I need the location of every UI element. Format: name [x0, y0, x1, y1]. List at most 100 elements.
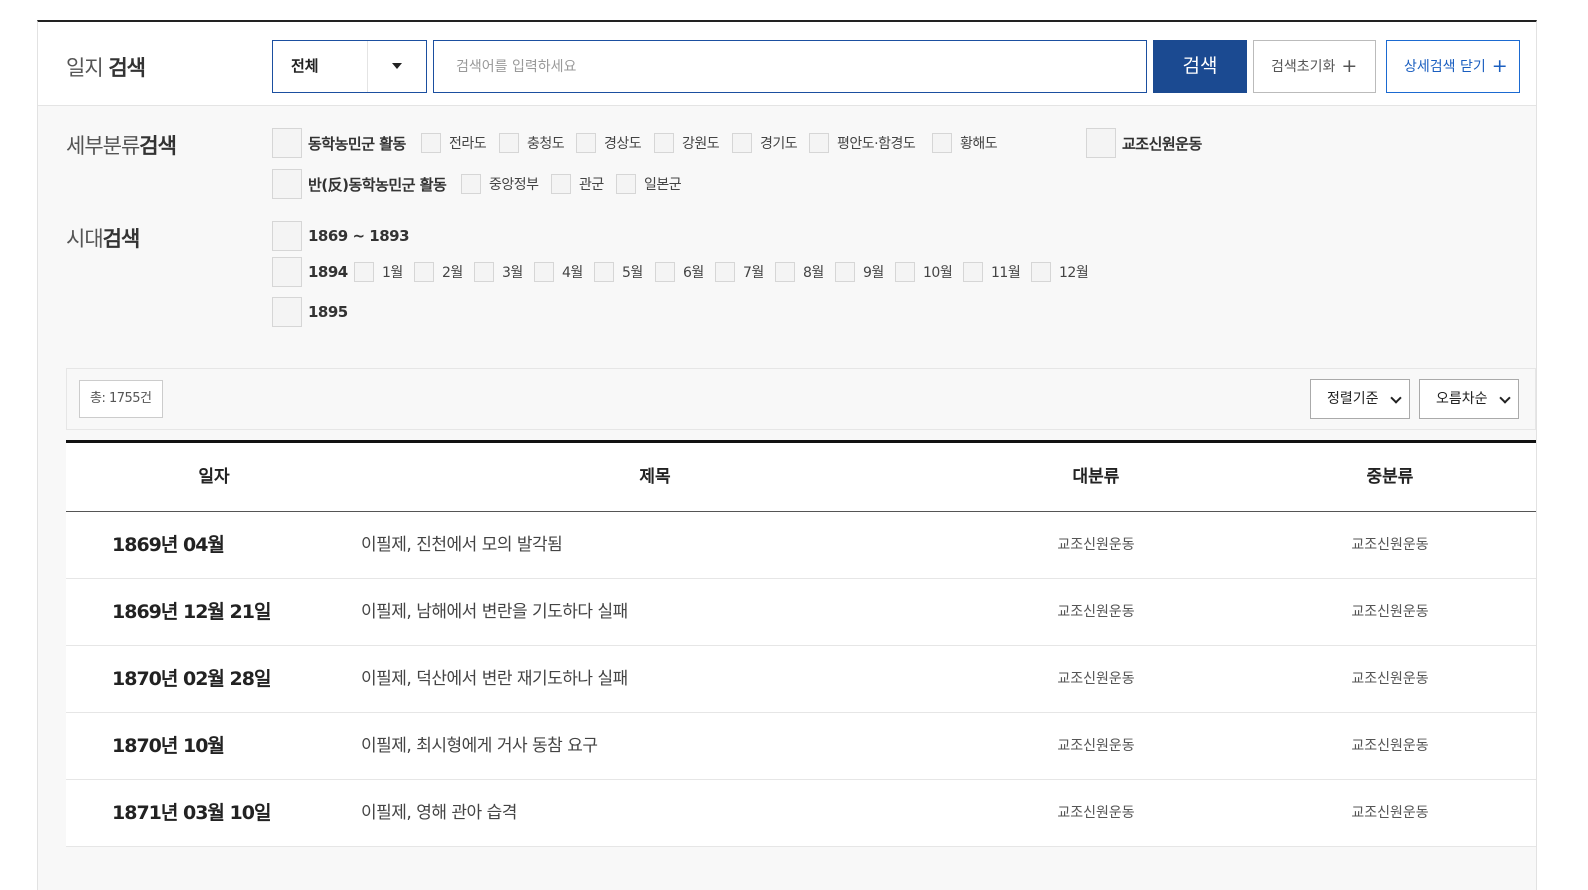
row-title-link[interactable]: 이필제, 덕산에서 변란 재기도하나 실패 [361, 646, 628, 712]
checkbox-month-11[interactable]: 11월 [963, 257, 1021, 287]
checkbox-box[interactable] [809, 133, 829, 153]
table-row[interactable]: 1869년 12월 21일 이필제, 남해에서 변란을 기도하다 실패 교조신원… [66, 579, 1536, 646]
checkbox-month-12[interactable]: 12월 [1031, 257, 1089, 287]
checkbox-japanese-army[interactable]: 일본군 [616, 169, 682, 199]
checkbox-month-10[interactable]: 10월 [895, 257, 953, 287]
checkbox-gangwon[interactable]: 강원도 [654, 128, 720, 158]
checkbox-month-4[interactable]: 4월 [534, 257, 583, 287]
checkbox-box[interactable] [272, 297, 302, 327]
checkbox-gyeongsang[interactable]: 경상도 [576, 128, 642, 158]
scope-select-toggle[interactable] [367, 41, 426, 92]
checkbox-gyeonggi[interactable]: 경기도 [732, 128, 798, 158]
row-date: 1870년 02월 28일 [112, 668, 271, 690]
checkbox-box[interactable] [414, 262, 434, 282]
checkbox-box[interactable] [354, 262, 374, 282]
checkbox-government-army[interactable]: 관군 [551, 169, 604, 199]
checkbox-chungcheong[interactable]: 충청도 [499, 128, 565, 158]
column-header-title[interactable]: 제목 [555, 443, 755, 511]
checkbox-box[interactable] [775, 262, 795, 282]
checkbox-hwanghae[interactable]: 황해도 [932, 128, 998, 158]
checkbox-box[interactable] [461, 174, 481, 194]
sort-by-label: 정렬기준 [1327, 391, 1379, 407]
checkbox-label: 12월 [1059, 265, 1089, 281]
checkbox-box[interactable] [272, 128, 302, 158]
checkbox-central-government[interactable]: 중앙정부 [461, 169, 539, 199]
checkbox-month-1[interactable]: 1월 [354, 257, 403, 287]
search-button[interactable]: 검색 [1153, 40, 1247, 93]
result-toolbar: 총: 1755건 정렬기준 오름차순 [66, 368, 1536, 430]
scope-select[interactable]: 전체 [272, 40, 427, 93]
row-title-link[interactable]: 이필제, 진천에서 모의 발각됨 [361, 512, 563, 578]
checkbox-label: 11월 [991, 265, 1021, 281]
table-row[interactable]: 1869년 04월 이필제, 진천에서 모의 발각됨 교조신원운동 교조신원운동 [66, 512, 1536, 579]
checkbox-box[interactable] [932, 133, 952, 153]
checkbox-month-3[interactable]: 3월 [474, 257, 523, 287]
sort-order-label: 오름차순 [1436, 391, 1488, 407]
caret-down-icon [392, 63, 402, 69]
column-header-major-category[interactable]: 대분류 [996, 443, 1196, 511]
checkbox-box[interactable] [732, 133, 752, 153]
checkbox-box[interactable] [1031, 262, 1051, 282]
checkbox-box[interactable] [654, 133, 674, 153]
checkbox-box[interactable] [895, 262, 915, 282]
column-header-sub-category[interactable]: 중분류 [1290, 443, 1490, 511]
sort-order-select[interactable]: 오름차순 [1419, 379, 1519, 419]
checkbox-month-5[interactable]: 5월 [594, 257, 643, 287]
checkbox-box[interactable] [576, 133, 596, 153]
checkbox-gyojo-sinwon[interactable]: 교조신원운동 [1086, 128, 1202, 158]
checkbox-box[interactable] [499, 133, 519, 153]
category-filter-title-light: 세부분류 [66, 134, 140, 158]
checkbox-box[interactable] [272, 169, 302, 199]
checkbox-box[interactable] [963, 262, 983, 282]
search-bar: 일지 검색 전체 검색 검색초기화 + 상세검색 닫기 + [38, 22, 1536, 106]
close-detail-search-button[interactable]: 상세검색 닫기 + [1386, 40, 1520, 93]
checkbox-label: 평안도·함경도 [837, 136, 916, 152]
row-title-link[interactable]: 이필제, 영해 관아 습격 [361, 780, 517, 846]
sort-by-select[interactable]: 정렬기준 [1310, 379, 1410, 419]
checkbox-donghak-activity[interactable]: 동학농민군 활동 [272, 128, 406, 158]
checkbox-month-8[interactable]: 8월 [775, 257, 824, 287]
checkbox-box[interactable] [594, 262, 614, 282]
period-filter-title: 시대검색 [66, 223, 140, 253]
search-title: 일지 검색 [66, 52, 146, 82]
checkbox-box[interactable] [835, 262, 855, 282]
row-title-link[interactable]: 이필제, 최시형에게 거사 동참 요구 [361, 713, 598, 779]
checkbox-period-range[interactable]: 1869 ~ 1893 [272, 221, 410, 251]
checkbox-box[interactable] [655, 262, 675, 282]
table-row[interactable]: 1870년 02월 28일 이필제, 덕산에서 변란 재기도하나 실패 교조신원… [66, 646, 1536, 713]
checkbox-anti-donghak[interactable]: 반(反)동학농민군 활동 [272, 169, 447, 199]
row-date: 1869년 04월 [112, 534, 225, 556]
checkbox-month-7[interactable]: 7월 [715, 257, 764, 287]
results-table: 일자 제목 대분류 중분류 1869년 04월 이필제, 진천에서 모의 발각됨… [66, 440, 1536, 847]
checkbox-box[interactable] [272, 221, 302, 251]
row-major-category: 교조신원운동 [1057, 671, 1135, 687]
column-header-date[interactable]: 일자 [114, 443, 314, 511]
row-sub-category: 교조신원운동 [1351, 604, 1429, 620]
reset-search-label: 검색초기화 [1271, 59, 1336, 75]
checkbox-label: 2월 [442, 265, 463, 281]
checkbox-month-2[interactable]: 2월 [414, 257, 463, 287]
checkbox-pyeongan-hamgyeong[interactable]: 평안도·함경도 [809, 128, 916, 158]
row-major-category: 교조신원운동 [1057, 738, 1135, 754]
checkbox-box[interactable] [272, 257, 302, 287]
checkbox-month-9[interactable]: 9월 [835, 257, 884, 287]
checkbox-box[interactable] [421, 133, 441, 153]
row-title-link[interactable]: 이필제, 남해에서 변란을 기도하다 실패 [361, 579, 628, 645]
search-input[interactable] [433, 40, 1147, 93]
table-row[interactable]: 1870년 10월 이필제, 최시형에게 거사 동참 요구 교조신원운동 교조신… [66, 713, 1536, 780]
checkbox-box[interactable] [551, 174, 571, 194]
checkbox-month-6[interactable]: 6월 [655, 257, 704, 287]
checkbox-box[interactable] [534, 262, 554, 282]
table-row[interactable]: 1871년 03월 10일 이필제, 영해 관아 습격 교조신원운동 교조신원운… [66, 780, 1536, 847]
checkbox-box[interactable] [616, 174, 636, 194]
checkbox-box[interactable] [474, 262, 494, 282]
reset-search-button[interactable]: 검색초기화 + [1253, 40, 1376, 93]
checkbox-box[interactable] [1086, 128, 1116, 158]
checkbox-box[interactable] [715, 262, 735, 282]
checkbox-label: 4월 [562, 265, 583, 281]
checkbox-year-1894[interactable]: 1894 [272, 257, 348, 287]
row-major-category: 교조신원운동 [1057, 805, 1135, 821]
checkbox-year-1895[interactable]: 1895 [272, 297, 348, 327]
checkbox-jeolla[interactable]: 전라도 [421, 128, 487, 158]
search-title-bold: 검색 [108, 56, 146, 80]
